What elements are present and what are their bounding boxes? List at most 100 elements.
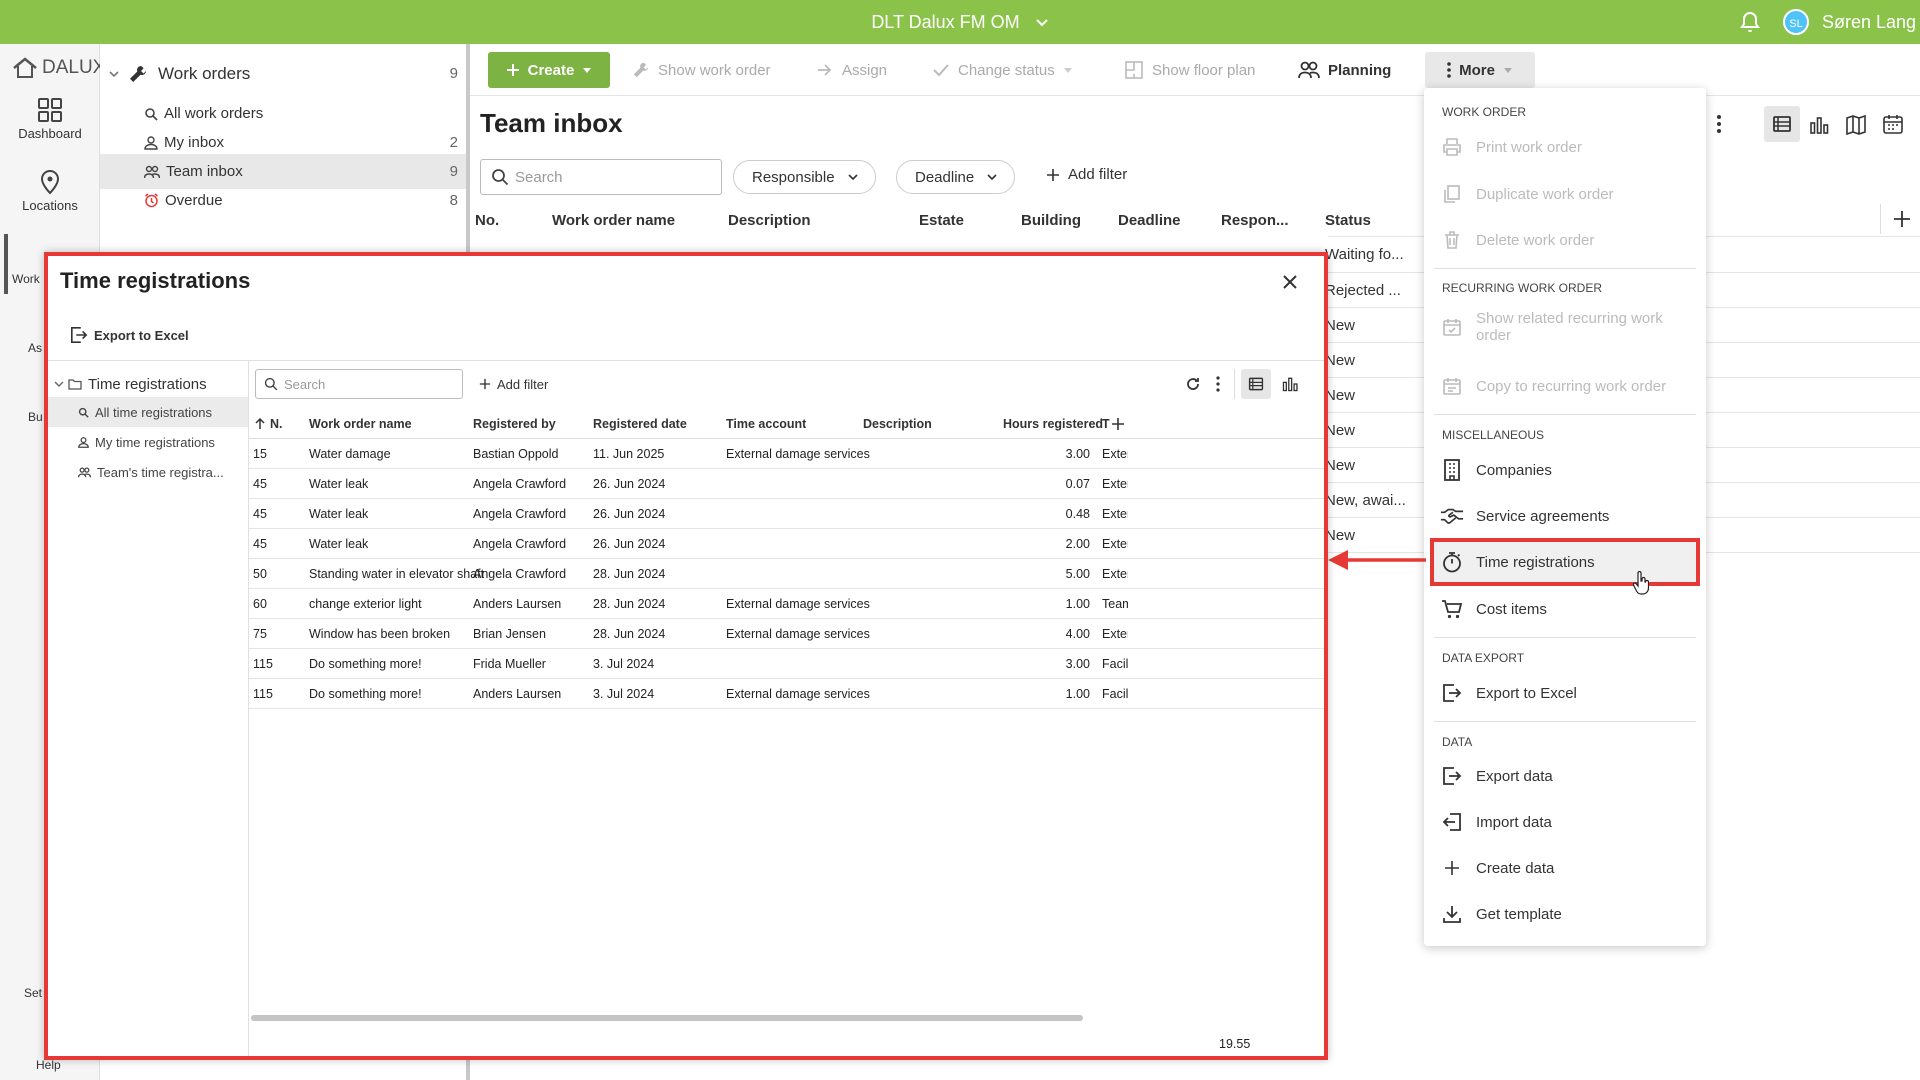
menu-item-companies[interactable]: Companies bbox=[1440, 450, 1690, 490]
kebab-menu-icon[interactable] bbox=[1716, 114, 1722, 134]
checkmark-icon bbox=[933, 64, 949, 77]
menu-item-service-agreements[interactable]: Service agreements bbox=[1440, 496, 1690, 536]
sidebar-item-overdue[interactable]: Overdue 8 bbox=[100, 183, 466, 218]
chevron-down-icon[interactable] bbox=[108, 68, 120, 80]
menu-item-show-related-recurring[interactable]: Show related recurring work order bbox=[1440, 303, 1690, 351]
close-icon[interactable] bbox=[1278, 270, 1302, 294]
cell-truncated: Facili bbox=[1102, 687, 1128, 701]
column-header-building[interactable]: Building bbox=[1021, 212, 1081, 229]
column-header-description[interactable]: Description bbox=[728, 212, 811, 229]
tree-item-label: All time registrations bbox=[95, 404, 213, 420]
plus-icon bbox=[506, 64, 519, 76]
status-cell: New bbox=[1325, 457, 1356, 474]
table-row[interactable]: 45 Water leak Angela Crawford 26. Jun 2024 0… bbox=[249, 499, 1324, 529]
column-header-registered-by[interactable]: Registered by bbox=[473, 409, 556, 439]
grid-search-input[interactable]: Search bbox=[255, 369, 463, 399]
menu-item-cost-items[interactable]: Cost items bbox=[1440, 589, 1690, 629]
more-button[interactable]: More bbox=[1425, 52, 1535, 88]
column-header-work-order-name[interactable]: Work order name bbox=[552, 212, 675, 229]
table-row[interactable]: 60 change exterior light Anders Laursen 28.… bbox=[249, 589, 1324, 619]
sort-ascending-icon[interactable] bbox=[255, 418, 265, 430]
map-icon[interactable] bbox=[1845, 114, 1867, 136]
bar-chart-icon[interactable] bbox=[1281, 375, 1299, 393]
tree-item-teams-time-registrations[interactable]: Team's time registra... bbox=[48, 457, 248, 487]
rail-item-settings[interactable]: Set bbox=[24, 986, 42, 1000]
arrow-right-icon bbox=[818, 64, 832, 76]
planning-button[interactable]: Planning bbox=[1298, 53, 1391, 87]
table-row[interactable]: 45 Water leak Angela Crawford 26. Jun 2024 2… bbox=[249, 529, 1324, 559]
menu-item-time-registrations[interactable]: Time registrations bbox=[1430, 538, 1700, 586]
filter-deadline[interactable]: Deadline bbox=[896, 160, 1016, 194]
menu-item-duplicate-work-order[interactable]: Duplicate work order bbox=[1440, 174, 1690, 214]
avatar[interactable]: SL bbox=[1783, 9, 1809, 35]
menu-item-import-data[interactable]: Import data bbox=[1440, 802, 1690, 842]
dalux-logo[interactable]: DALUX bbox=[12, 56, 105, 80]
column-header-time-account[interactable]: Time account bbox=[726, 409, 806, 439]
calendar-icon[interactable] bbox=[1882, 113, 1904, 135]
cell-registered-by: Frida Mueller bbox=[473, 657, 546, 671]
table-row[interactable]: 50 Standing water in elevator shaft Angela… bbox=[249, 559, 1324, 589]
tree-item-my-time-registrations[interactable]: My time registrations bbox=[48, 427, 248, 457]
tree-root-time-registrations[interactable]: Time registrations bbox=[48, 369, 248, 399]
chevron-down-icon[interactable] bbox=[1035, 16, 1049, 30]
add-filter-button[interactable]: Add filter bbox=[1046, 166, 1127, 183]
menu-item-delete-work-order[interactable]: Delete work order bbox=[1440, 220, 1690, 260]
rail-item-locations[interactable]: Locations bbox=[0, 168, 100, 213]
menu-item-label: Print work order bbox=[1476, 138, 1582, 156]
menu-item-export-data[interactable]: Export data bbox=[1440, 756, 1690, 796]
show-floor-plan-button[interactable]: Show floor plan bbox=[1124, 53, 1255, 87]
rail-item-help[interactable]: Help bbox=[36, 1058, 61, 1072]
cell-hours-registered: 3.00 bbox=[1065, 657, 1090, 671]
change-status-button[interactable]: Change status bbox=[932, 53, 1073, 87]
column-header-deadline[interactable]: Deadline bbox=[1118, 212, 1181, 229]
sidebar-section-work-orders[interactable]: Work orders 9 bbox=[100, 56, 466, 91]
create-button[interactable]: Create bbox=[488, 52, 610, 88]
inbox-search-input[interactable]: Search bbox=[480, 159, 722, 195]
column-header-estate[interactable]: Estate bbox=[919, 212, 964, 229]
user-name[interactable]: Søren Lang bbox=[1822, 0, 1916, 44]
menu-item-export-to-excel[interactable]: Export to Excel bbox=[1440, 673, 1690, 713]
project-title-text[interactable]: DLT Dalux FM OM bbox=[871, 12, 1019, 32]
list-view-toggle[interactable] bbox=[1764, 106, 1800, 142]
tree-item-all-time-registrations[interactable]: All time registrations bbox=[48, 397, 248, 427]
bar-chart-icon[interactable] bbox=[1808, 114, 1830, 136]
chevron-down-icon[interactable] bbox=[54, 379, 64, 389]
show-work-order-button[interactable]: Show work order bbox=[632, 53, 771, 87]
column-header-no[interactable]: No. bbox=[475, 212, 499, 229]
grid-add-filter-button[interactable]: Add filter bbox=[479, 369, 548, 399]
column-header-number[interactable]: N. bbox=[270, 409, 283, 439]
menu-item-create-data[interactable]: Create data bbox=[1440, 848, 1690, 888]
grid-list-view-toggle[interactable] bbox=[1241, 369, 1271, 399]
add-column-icon[interactable] bbox=[1893, 210, 1911, 228]
rail-item-dashboard[interactable]: Dashboard bbox=[0, 96, 100, 141]
table-row[interactable]: 75 Window has been broken Brian Jensen 28. … bbox=[249, 619, 1324, 649]
table-row[interactable]: 115 Do something more! Frida Mueller 3. Jul… bbox=[249, 649, 1324, 679]
column-header-responsible[interactable]: Respon... bbox=[1221, 212, 1289, 229]
add-column-icon[interactable] bbox=[1111, 417, 1125, 431]
table-row[interactable]: 15 Water damage Bastian Oppold 11. Jun 2025… bbox=[249, 439, 1324, 469]
bell-icon[interactable] bbox=[1738, 10, 1762, 34]
refresh-icon[interactable] bbox=[1185, 376, 1201, 392]
rail-item-work-orders[interactable]: Work bbox=[12, 272, 40, 286]
column-header-work-order-name[interactable]: Work order name bbox=[309, 409, 412, 439]
dialog-export-excel-button[interactable]: Export to Excel bbox=[70, 326, 189, 344]
table-row[interactable]: 45 Water leak Angela Crawford 26. Jun 2024 0… bbox=[249, 469, 1324, 499]
menu-item-print-work-order[interactable]: Print work order bbox=[1440, 127, 1690, 167]
menu-item-get-template[interactable]: Get template bbox=[1440, 894, 1690, 934]
column-header-hours-registered[interactable]: Hours registered bbox=[1003, 409, 1103, 439]
column-header-description[interactable]: Description bbox=[863, 409, 932, 439]
column-header-registered-date[interactable]: Registered date bbox=[593, 409, 687, 439]
filter-responsible[interactable]: Responsible bbox=[733, 160, 876, 194]
table-row[interactable]: 115 Do something more! Anders Laursen 3. Ju… bbox=[249, 679, 1324, 709]
column-header-status[interactable]: Status bbox=[1325, 212, 1371, 229]
cell-truncated: Exter bbox=[1102, 537, 1128, 551]
dashboard-icon bbox=[38, 98, 62, 122]
kebab-menu-icon[interactable] bbox=[1216, 376, 1220, 392]
menu-item-copy-to-recurring[interactable]: Copy to recurring work order bbox=[1440, 366, 1690, 406]
rail-item-assets[interactable]: As bbox=[28, 341, 42, 355]
menu-section-header: MISCELLANEOUS bbox=[1442, 428, 1545, 442]
horizontal-scrollbar[interactable] bbox=[251, 1015, 1083, 1021]
rail-item-buildings[interactable]: Bu bbox=[28, 410, 43, 424]
assign-button[interactable]: Assign bbox=[816, 53, 887, 87]
project-title[interactable]: DLT Dalux FM OM bbox=[0, 0, 1920, 44]
